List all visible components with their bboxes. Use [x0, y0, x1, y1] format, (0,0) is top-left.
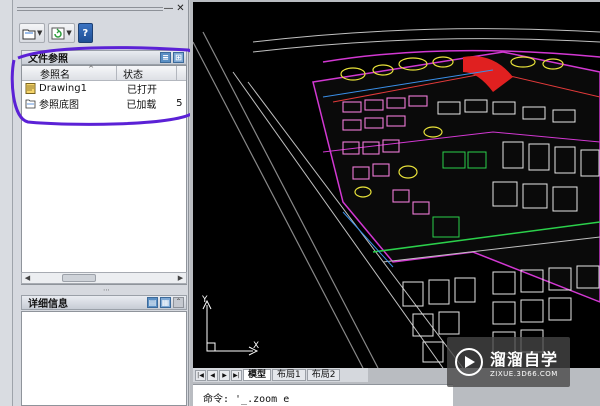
xref-file-icon — [25, 99, 36, 109]
watermark-subtitle: ZIXUE.3D66.COM — [490, 370, 558, 378]
palette-grip[interactable] — [17, 7, 163, 11]
list-horizontal-scrollbar[interactable]: ◀ ▶ — [21, 272, 187, 284]
left-dock-strip — [0, 0, 13, 406]
tree-view-button[interactable]: ⊞ — [173, 52, 184, 63]
collapse-details-button[interactable]: ˆ — [173, 297, 184, 308]
ucs-axis-icon: Y X — [201, 295, 259, 356]
column-header-status[interactable]: 状态 — [117, 66, 177, 81]
next-tab-icon[interactable]: ▶ — [219, 369, 230, 381]
details-title: 详细信息 — [28, 299, 68, 310]
reference-status: 已打开 — [127, 85, 157, 96]
watermark: 溜溜自学 ZIXUE.3D66.COM — [447, 337, 570, 387]
attach-dwg-button[interactable]: ▼ — [19, 23, 46, 43]
reference-name: Drawing1 — [39, 83, 87, 94]
list-item[interactable]: 参照底图 已加载 5 — [22, 96, 186, 111]
chevron-down-icon[interactable]: ▼ — [66, 29, 71, 37]
help-icon: ? — [82, 27, 89, 39]
details-view-button[interactable]: ▤ — [147, 297, 158, 308]
file-references-header: 文件参照 ≡ ⊞ — [21, 50, 187, 65]
file-references-title: 文件参照 — [28, 54, 68, 65]
column-header-reference-name[interactable]: 参照名 ^ — [22, 65, 117, 81]
palette-title-bar[interactable]: — ✕ — [13, 0, 189, 18]
details-panel — [21, 311, 187, 406]
autocad-window: — ✕ ▼ ▼ ? 文件参照 ≡ ⊞ 参照名 ^ 状态 Drawing1 已打开… — [0, 0, 600, 406]
list-view-button[interactable]: ≡ — [160, 52, 171, 63]
first-tab-icon[interactable]: |◀ — [195, 369, 206, 381]
tab-model[interactable]: 模型 — [243, 369, 272, 381]
refresh-button[interactable]: ▼ — [48, 23, 75, 43]
layout-tab-bar: |◀ ◀ ▶ ▶| 模型 布局1 布局2 — [193, 368, 368, 382]
ucs-x-label: X — [253, 341, 259, 351]
preview-view-button[interactable]: ▦ — [160, 297, 171, 308]
list-item[interactable]: Drawing1 已打开 — [22, 81, 186, 96]
scroll-thumb[interactable] — [62, 274, 96, 282]
tab-layout2[interactable]: 布局2 — [306, 369, 341, 381]
sort-arrow-icon: ^ — [88, 65, 94, 73]
panel-splitter-icon[interactable]: ⋯ — [103, 286, 110, 294]
external-references-palette: — ✕ ▼ ▼ ? 文件参照 ≡ ⊞ 参照名 ^ 状态 Drawing1 已打开… — [13, 0, 189, 406]
tab-layout1[interactable]: 布局1 — [272, 369, 306, 381]
chevron-down-icon[interactable]: ▼ — [37, 29, 42, 37]
last-tab-icon[interactable]: ▶| — [231, 369, 242, 381]
ucs-y-label: Y — [201, 295, 208, 305]
palette-close-button[interactable]: ✕ — [175, 3, 186, 14]
scroll-right-icon[interactable]: ▶ — [175, 273, 186, 283]
drawing-canvas[interactable]: Y X — [193, 2, 600, 368]
watermark-logo-icon — [455, 348, 483, 376]
scroll-left-icon[interactable]: ◀ — [22, 273, 33, 283]
reference-status: 已加载 — [126, 100, 157, 111]
drawing-file-icon — [25, 83, 36, 94]
prev-tab-icon[interactable]: ◀ — [207, 369, 218, 381]
watermark-title: 溜溜自学 — [490, 350, 559, 369]
details-header: 详细信息 ▤ ▦ ˆ — [21, 295, 187, 310]
help-button[interactable]: ? — [77, 23, 93, 43]
reference-name: 参照底图 — [39, 100, 79, 111]
palette-minimize-button[interactable]: — — [163, 3, 174, 14]
file-references-list[interactable]: 参照名 ^ 状态 Drawing1 已打开 参照底图 已加载 5 — [21, 65, 187, 285]
xref-toolbar: ▼ ▼ ? — [19, 22, 93, 44]
attach-dwg-icon — [22, 29, 36, 39]
reference-extra: 5 — [176, 98, 183, 109]
command-line[interactable]: 命令: '_.zoom e — [193, 384, 453, 406]
refresh-icon — [51, 27, 65, 39]
list-header: 参照名 ^ 状态 — [22, 65, 186, 81]
